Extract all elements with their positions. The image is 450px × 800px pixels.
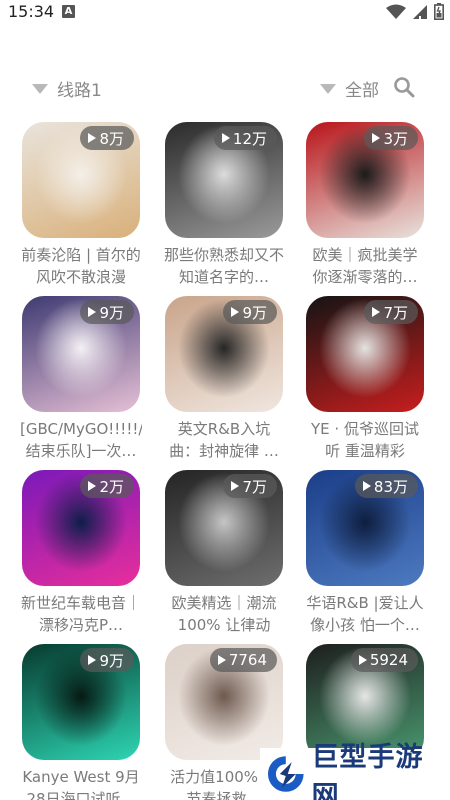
playlist-title: [GBC/MyGO!!!!!/结束乐队]一次…	[20, 420, 142, 460]
dropdown-triangle-icon	[320, 83, 336, 94]
play-count: 9万	[99, 651, 124, 670]
watermark: 巨型手游网	[260, 742, 450, 800]
play-count-badge: 5924	[350, 648, 418, 672]
play-count: 9万	[242, 303, 267, 322]
filter-bar: 线路1 全部	[0, 70, 450, 106]
play-count: 5924	[369, 651, 408, 669]
playlist-title: 前奏沦陷 | 首尔的风吹不散浪漫	[21, 246, 141, 286]
watermark-logo-icon	[267, 756, 304, 792]
category-dropdown-label: 全部	[345, 81, 379, 101]
play-count-badge: 2万	[80, 474, 134, 498]
category-dropdown[interactable]: 全部	[320, 76, 379, 101]
status-bar: 15:34 A	[0, 0, 450, 26]
playlist-title: 那些你熟悉却又不知道名字的…	[163, 246, 284, 286]
play-count-badge: 3万	[364, 126, 418, 150]
cellular-signal-icon	[413, 4, 427, 19]
play-count: 9万	[99, 303, 124, 322]
play-count-badge: 83万	[354, 474, 418, 498]
play-count-badge: 7万	[223, 474, 277, 498]
play-icon	[358, 655, 367, 665]
play-count: 8万	[99, 129, 124, 148]
play-count: 83万	[373, 477, 408, 496]
route-dropdown[interactable]: 线路1	[32, 76, 102, 101]
play-icon	[217, 655, 226, 665]
play-count: 7万	[242, 477, 267, 496]
playlist-title: 英文R&B入坑曲：封神旋律 …	[169, 420, 279, 460]
play-icon	[88, 655, 97, 665]
play-count-badge: 9万	[80, 300, 134, 324]
play-count: 7万	[383, 303, 408, 322]
playlist-title: YE · 侃爷巡回试听 重温精彩	[311, 420, 419, 460]
play-icon	[231, 481, 240, 491]
status-icons	[386, 3, 444, 20]
play-count-badge: 9万	[80, 648, 134, 672]
play-count: 2万	[99, 477, 124, 496]
play-icon	[231, 307, 240, 317]
play-count-badge: 8万	[80, 126, 134, 150]
play-count-badge: 7万	[364, 300, 418, 324]
play-icon	[372, 133, 381, 143]
notification-icon: A	[62, 5, 75, 18]
play-count-badge: 7764	[209, 648, 277, 672]
dropdown-triangle-icon	[32, 83, 48, 94]
play-count-badge: 9万	[223, 300, 277, 324]
playlist-title: 华语R&B |爱让人像小孩 怕一个…	[306, 594, 424, 634]
play-count-badge: 12万	[213, 126, 277, 150]
playlist-title: 欧美精选｜潮流100% 让律动融…	[171, 594, 277, 634]
search-icon[interactable]	[393, 76, 415, 98]
play-count: 3万	[383, 129, 408, 148]
play-icon	[372, 307, 381, 317]
play-icon	[88, 481, 97, 491]
play-icon	[88, 307, 97, 317]
play-count: 12万	[232, 129, 267, 148]
play-count: 7764	[228, 651, 267, 669]
playlist-title: 新世纪车载电音｜漂移冯克P…	[20, 594, 141, 634]
status-time: 15:34	[8, 2, 55, 21]
play-icon	[221, 133, 230, 143]
wifi-icon	[386, 4, 406, 19]
watermark-text: 巨型手游网	[311, 742, 424, 800]
battery-icon	[434, 3, 444, 20]
route-dropdown-label: 线路1	[57, 81, 102, 101]
play-icon	[362, 481, 371, 491]
playlist-title: 欧美｜疯批美学 你逐渐零落的…	[312, 246, 418, 286]
play-icon	[88, 133, 97, 143]
playlist-title: Kanye West 9月28日海口试听…	[22, 768, 140, 800]
